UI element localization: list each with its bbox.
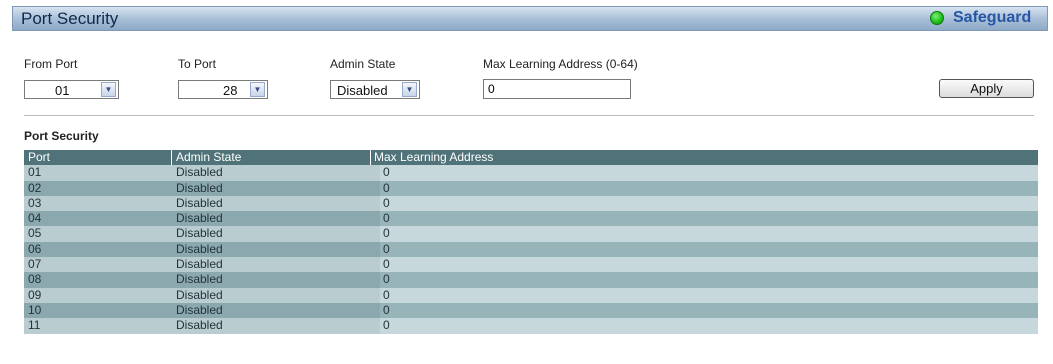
max-learning-cell: 0	[383, 180, 390, 195]
table-row: 10 Disabled 0	[24, 302, 1038, 319]
chevron-down-icon[interactable]: ▼	[101, 82, 116, 97]
max-learning-cell: 0	[383, 211, 390, 226]
port-cell: 05	[28, 226, 42, 241]
from-port-label: From Port	[24, 57, 78, 71]
title-bar: Port Security Safeguard	[12, 6, 1048, 31]
port-cell: 02	[28, 180, 42, 195]
port-cell: 08	[28, 272, 42, 287]
table-row: 08 Disabled 0	[24, 272, 1038, 288]
max-learning-label: Max Learning Address (0-64)	[483, 57, 638, 71]
max-learning-cell: 0	[383, 257, 390, 272]
admin-state-cell: Disabled	[176, 318, 223, 333]
page-title: Port Security	[21, 9, 119, 28]
column-header-max-learning: Max Learning Address	[374, 150, 494, 164]
section-title: Port Security	[24, 129, 99, 143]
column-divider	[171, 150, 172, 165]
safeguard-label[interactable]: Safeguard	[953, 9, 1031, 27]
table-row: 07 Disabled 0	[24, 257, 1038, 273]
port-cell: 10	[28, 302, 42, 317]
max-learning-cell: 0	[383, 226, 390, 241]
table-row: 05 Disabled 0	[24, 226, 1038, 242]
admin-state-label: Admin State	[330, 57, 396, 71]
max-learning-cell: 0	[383, 165, 390, 180]
port-cell: 01	[28, 165, 42, 180]
max-learning-cell: 0	[383, 272, 390, 287]
table-row: 06 Disabled 0	[24, 241, 1038, 258]
chevron-down-icon[interactable]: ▼	[250, 82, 265, 97]
port-security-table: Port Admin State Max Learning Address 01…	[24, 150, 1038, 334]
max-learning-cell: 0	[383, 302, 390, 317]
port-cell: 07	[28, 257, 42, 272]
table-row: 03 Disabled 0	[24, 195, 1038, 212]
port-cell: 03	[28, 195, 42, 210]
table-row: 01 Disabled 0	[24, 165, 1038, 181]
to-port-value: 28	[223, 83, 238, 98]
port-cell: 04	[28, 211, 42, 226]
admin-state-cell: Disabled	[176, 302, 223, 317]
admin-state-cell: Disabled	[176, 165, 223, 180]
admin-state-select[interactable]: Disabled ▼	[330, 80, 420, 99]
admin-state-cell: Disabled	[176, 226, 223, 241]
to-port-label: To Port	[178, 57, 217, 71]
admin-state-value: Disabled	[337, 83, 388, 98]
column-divider	[370, 150, 371, 165]
chevron-down-icon[interactable]: ▼	[402, 82, 417, 97]
column-header-port: Port	[28, 150, 51, 164]
port-cell: 11	[28, 318, 41, 333]
table-row: 09 Disabled 0	[24, 287, 1038, 303]
table-row: 11 Disabled 0	[24, 318, 1038, 334]
max-learning-cell: 0	[383, 318, 390, 333]
table-row: 02 Disabled 0	[24, 180, 1038, 196]
admin-state-cell: Disabled	[176, 257, 223, 272]
divider	[24, 115, 1034, 116]
column-header-admin-state: Admin State	[176, 150, 242, 164]
admin-state-cell: Disabled	[176, 287, 223, 302]
from-port-select[interactable]: 01 ▼	[24, 80, 119, 99]
port-cell: 09	[28, 287, 42, 302]
max-learning-input[interactable]	[483, 79, 631, 99]
table-header-row: Port Admin State Max Learning Address	[24, 150, 1038, 166]
max-learning-cell: 0	[383, 287, 390, 302]
max-learning-cell: 0	[383, 195, 390, 210]
port-cell: 06	[28, 241, 42, 256]
admin-state-cell: Disabled	[176, 195, 223, 210]
max-learning-cell: 0	[383, 241, 390, 256]
to-port-select[interactable]: 28 ▼	[178, 80, 268, 99]
admin-state-cell: Disabled	[176, 272, 223, 287]
admin-state-cell: Disabled	[176, 211, 223, 226]
admin-state-cell: Disabled	[176, 241, 223, 256]
safeguard-status-icon	[930, 11, 944, 25]
from-port-value: 01	[55, 83, 70, 98]
apply-button[interactable]: Apply	[939, 79, 1034, 98]
admin-state-cell: Disabled	[176, 180, 223, 195]
table-row: 04 Disabled 0	[24, 211, 1038, 227]
